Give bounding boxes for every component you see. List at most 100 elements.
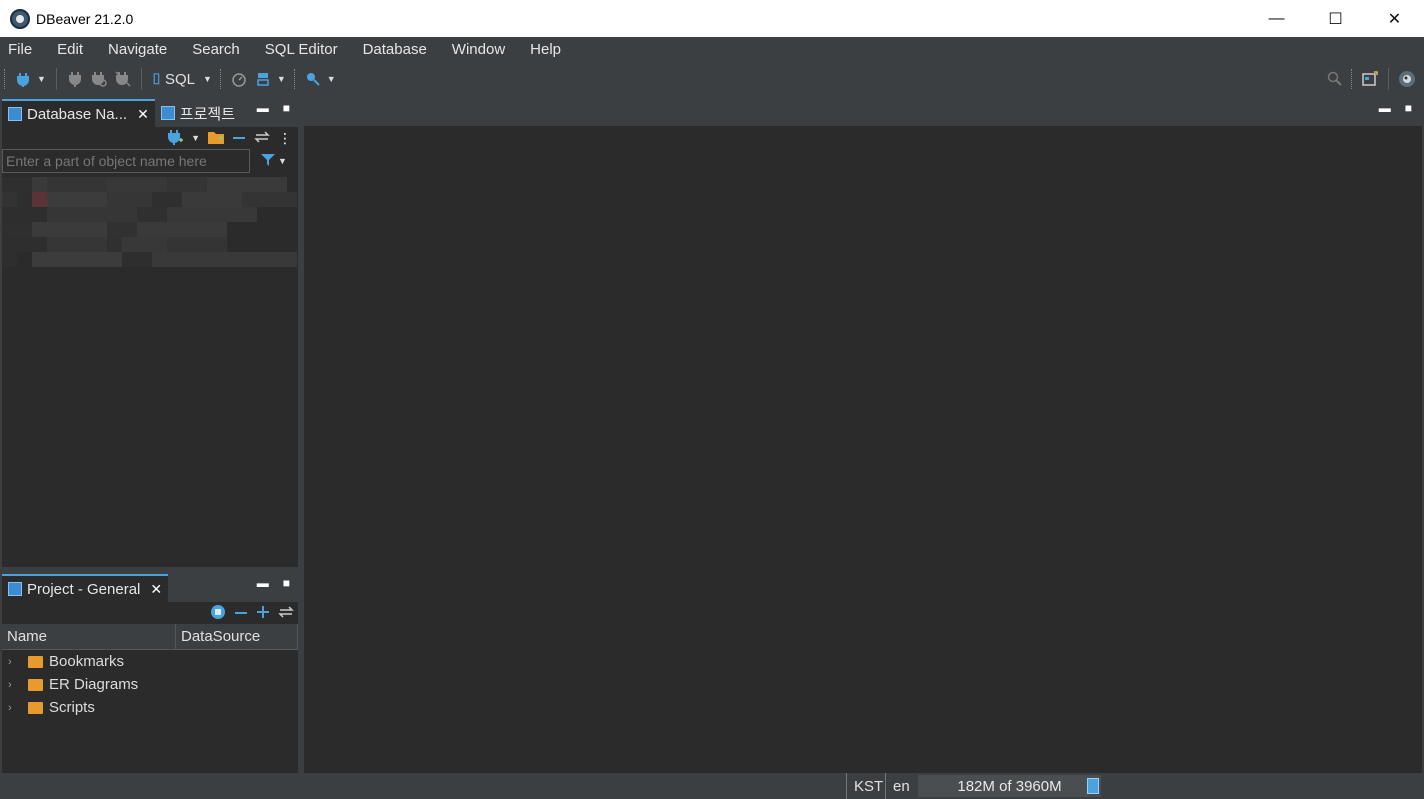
connect-icon[interactable] [66,70,84,88]
navigator-tab-bar: Database Na... ✕ 프로젝트 ▬ ■ [2,97,298,127]
new-connection-dropdown-icon[interactable]: ▼ [191,133,200,143]
toolbar-separator [140,68,142,90]
toolbar-grip[interactable] [293,69,297,89]
projects-icon [160,106,175,120]
locale-indicator: en [885,773,910,799]
run-gc-icon[interactable] [1087,778,1099,794]
scripts-folder-icon [28,701,43,714]
window-title: DBeaver 21.2.0 [36,10,134,27]
database-navigator-icon [8,107,22,121]
tab-label: 프로젝트 [179,105,235,123]
tree-item-bookmarks[interactable]: › Bookmarks [2,650,298,673]
quick-search-icon[interactable] [1326,70,1344,88]
minimize-button[interactable]: — [1247,0,1306,37]
commit-dropdown-icon[interactable]: ▼ [277,74,286,84]
maximize-panel-icon[interactable]: ■ [283,101,290,115]
minimize-panel-icon[interactable]: ▬ [257,101,269,115]
close-window-button[interactable]: ✕ [1365,0,1424,37]
menu-file[interactable]: File [0,41,45,58]
filter-icon[interactable] [260,153,276,170]
column-header-name[interactable]: Name [2,624,176,649]
tab-database-navigator[interactable]: Database Na... ✕ [2,99,155,127]
dbeaver-logo-icon [10,8,30,29]
new-connection-dropdown-icon[interactable]: ▼ [37,74,46,84]
tab-label: Project - General [27,580,141,598]
new-connection-icon[interactable] [14,70,32,88]
tree-item-label: Bookmarks [49,653,125,670]
menu-navigate[interactable]: Navigate [100,41,180,58]
bookmarks-folder-icon [28,655,43,668]
expand-chevron-icon[interactable]: › [8,702,22,714]
close-tab-icon[interactable]: ✕ [137,106,149,123]
configure-resources-icon[interactable] [210,604,226,623]
editor-area[interactable]: ▬ ■ [304,97,1422,773]
editor-tab-bar: ▬ ■ [304,97,1422,126]
filter-dropdown-icon[interactable]: ▼ [278,156,287,166]
collapse-all-icon[interactable] [234,605,248,621]
expand-chevron-icon[interactable]: › [8,656,22,668]
toolbar-grip[interactable] [219,69,223,89]
maximize-editor-icon[interactable]: ■ [1405,101,1412,115]
project-panel: Project - General ✕ ▬ ■ Name DataSource … [2,572,298,772]
connection-tree[interactable] [2,177,298,317]
object-filter-input[interactable] [2,149,250,173]
tree-item-er-diagrams[interactable]: › ER Diagrams [2,673,298,696]
menu-window[interactable]: Window [444,41,518,58]
link-with-editor-icon[interactable] [254,130,270,146]
link-with-editor-icon[interactable] [278,605,294,621]
toolbar-grip[interactable] [4,69,7,89]
toolbar-separator [55,68,57,90]
expand-chevron-icon[interactable]: › [8,679,22,691]
new-folder-icon[interactable] [208,130,224,147]
sql-button-label: SQL [164,70,195,88]
memory-usage-text: 182M of 3960M [957,777,1062,795]
search-dropdown-icon[interactable]: ▼ [327,74,336,84]
disconnect-icon[interactable] [114,70,132,88]
project-toolbar [2,602,298,624]
search-db-icon[interactable] [304,70,322,88]
collapse-all-icon[interactable] [232,130,246,146]
column-header-datasource[interactable]: DataSource [176,624,298,649]
timezone-indicator: KST [846,773,883,799]
project-icon [8,582,22,596]
navigator-toolbar: ▼ ⋮ [2,127,298,149]
filter-row: ▼ [2,149,298,173]
sql-dropdown-icon[interactable]: ▼ [203,74,212,84]
main-toolbar: ▼ ⌷ SQL ▼ ▼ ▼ [0,61,1424,97]
tab-project-general[interactable]: Project - General ✕ [2,574,169,602]
minimize-editor-icon[interactable]: ▬ [1379,101,1391,115]
tree-item-label: Scripts [49,699,95,716]
menu-bar: File Edit Navigate Search SQL Editor Dat… [0,37,1424,61]
dbeaver-perspective-icon[interactable] [1398,70,1416,88]
toolbar-separator [1388,68,1389,90]
menu-edit[interactable]: Edit [49,41,96,58]
maximize-panel-icon[interactable]: ■ [283,576,290,590]
status-bar: KST en 182M of 3960M [0,773,1424,799]
toolbar-grip[interactable] [1351,69,1354,89]
project-column-headers: Name DataSource [2,624,298,650]
database-navigator-panel: Database Na... ✕ 프로젝트 ▬ ■ ▼ ⋮ Enter a pa… [2,97,298,567]
close-tab-icon[interactable]: ✕ [150,581,162,598]
expand-all-icon[interactable] [256,605,270,622]
title-bar: DBeaver 21.2.0 — ☐ ✕ [0,0,1424,37]
maximize-button[interactable]: ☐ [1306,0,1365,37]
project-tab-bar: Project - General ✕ ▬ ■ [2,572,298,602]
new-connection-icon[interactable] [167,129,184,148]
heap-status: 182M of 3960M [918,775,1101,797]
transaction-mode-icon[interactable] [230,70,248,88]
menu-search[interactable]: Search [184,41,253,58]
tab-projects[interactable]: 프로젝트 [155,99,241,127]
er-diagrams-folder-icon [28,678,43,691]
tab-label: Database Na... [27,105,128,123]
menu-database[interactable]: Database [355,41,440,58]
tree-item-scripts[interactable]: › Scripts [2,696,298,719]
open-perspective-icon[interactable] [1361,70,1379,88]
tree-item-label: ER Diagrams [49,676,139,693]
commit-icon[interactable] [254,70,272,88]
view-menu-icon[interactable]: ⋮ [278,130,292,147]
reconnect-icon[interactable] [90,70,108,88]
menu-help[interactable]: Help [522,41,574,58]
menu-sql-editor[interactable]: SQL Editor [257,41,351,58]
minimize-panel-icon[interactable]: ▬ [257,576,269,590]
sql-editor-button[interactable]: ⌷ SQL [152,71,195,88]
